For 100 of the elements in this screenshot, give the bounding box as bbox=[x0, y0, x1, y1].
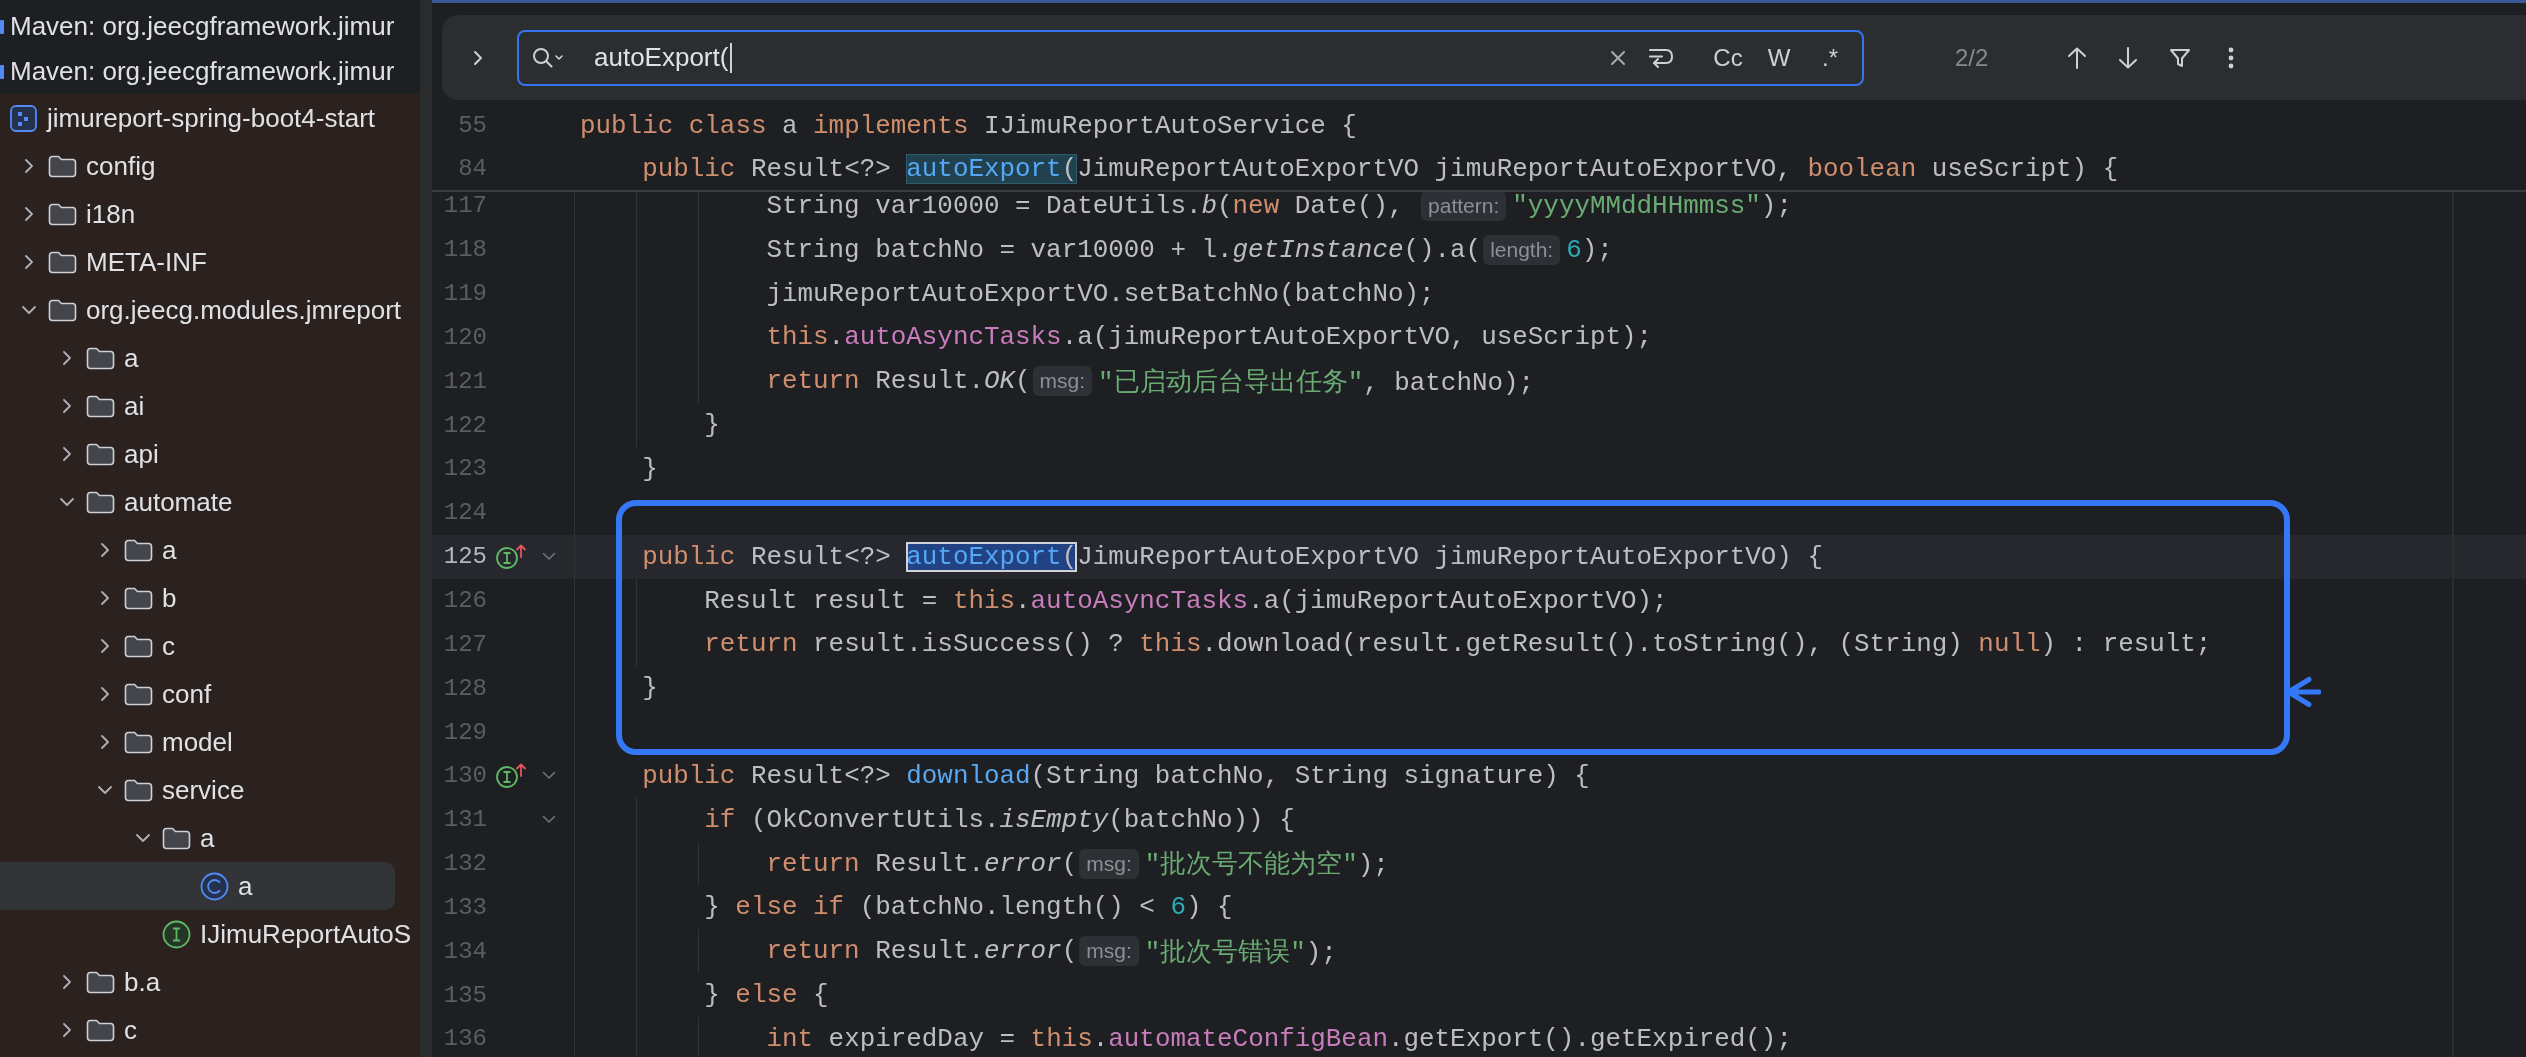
tree-item[interactable]: a bbox=[0, 526, 420, 574]
code-text: int expiredDay = this.automateConfigBean.getExport().getExpired(); bbox=[766, 1023, 1792, 1054]
folder-icon bbox=[86, 394, 115, 418]
folder-icon bbox=[162, 826, 191, 850]
line-number: 122 bbox=[442, 411, 487, 439]
parameter-hint: pattern: bbox=[1421, 190, 1507, 221]
folder-icon bbox=[48, 250, 77, 274]
line-number: 135 bbox=[442, 981, 487, 1009]
interface-icon bbox=[162, 919, 191, 949]
tree-item[interactable]: META-INF bbox=[0, 238, 420, 286]
line-number: 133 bbox=[442, 893, 487, 921]
code-text: String batchNo = var10000 + l.getInstance().a( bbox=[766, 234, 1482, 265]
code-text: "已启动后台导出任务", batchNo); bbox=[1098, 366, 1535, 399]
more-icon[interactable] bbox=[2228, 46, 2235, 69]
tree-item[interactable]: model bbox=[0, 718, 420, 766]
code-text: public class a implements IJimuReportAutoService { bbox=[580, 110, 1357, 141]
tree-item[interactable]: jimureport-spring-boot4-start bbox=[0, 94, 420, 142]
line-number: 136 bbox=[442, 1025, 487, 1053]
line-number: 134 bbox=[442, 937, 487, 965]
line-number: 132 bbox=[442, 850, 487, 878]
tree-item[interactable]: a bbox=[0, 862, 395, 910]
code-text: JimuReportAutoExportVO jimuReportAutoExportVO, boolean useScript) { bbox=[1077, 153, 2119, 184]
library-icon bbox=[0, 64, 4, 79]
arrow-down-icon[interactable] bbox=[2117, 45, 2140, 70]
scrollbar-track[interactable] bbox=[420, 0, 432, 1057]
chevron-down-icon[interactable] bbox=[542, 815, 556, 825]
tree-item[interactable]: c bbox=[0, 622, 420, 670]
code-text: "批次号错误"); bbox=[1144, 936, 1337, 969]
parameter-hint: length: bbox=[1483, 234, 1561, 265]
code-text: Result result = this.autoAsyncTasks.a(jimuReportAutoExportVO); bbox=[704, 585, 1668, 616]
search-match: autoExport( bbox=[906, 541, 1078, 572]
line-number: 129 bbox=[442, 718, 487, 746]
chevron-down-icon[interactable] bbox=[542, 552, 556, 562]
tree-item[interactable]: b bbox=[0, 574, 420, 622]
folder-icon bbox=[124, 730, 153, 754]
tree-item[interactable]: a bbox=[0, 814, 420, 862]
tree-item[interactable]: a bbox=[0, 334, 420, 382]
folder-icon bbox=[86, 442, 115, 466]
folder-icon bbox=[48, 202, 77, 226]
folder-icon bbox=[124, 778, 153, 802]
code-text: } bbox=[642, 454, 658, 484]
arrow-up-icon[interactable] bbox=[2066, 45, 2089, 70]
match-counter: 2/2 bbox=[1955, 43, 1989, 72]
parameter-hint: msg: bbox=[1079, 936, 1139, 967]
line-number: 119 bbox=[442, 280, 487, 308]
code-text: } bbox=[642, 673, 658, 704]
tree-item[interactable]: conf bbox=[0, 670, 420, 718]
line-number: 131 bbox=[442, 806, 487, 834]
line-number: 55 bbox=[457, 112, 487, 139]
line-number: 117 bbox=[442, 192, 487, 220]
folder-icon bbox=[86, 970, 115, 994]
code-text: 6); bbox=[1566, 234, 1613, 265]
tree-item[interactable]: Maven: org.jeecgframework.jimur bbox=[0, 49, 420, 94]
tree-item[interactable]: IJimuReportAutoS bbox=[0, 910, 420, 958]
search-option-button[interactable]: .* bbox=[1808, 37, 1852, 78]
library-icon bbox=[0, 19, 4, 34]
line-number: 120 bbox=[442, 323, 487, 351]
code-text: if (OkConvertUtils.isEmpty(batchNo)) { bbox=[704, 804, 1295, 835]
search-option-button[interactable]: Cc bbox=[1706, 37, 1750, 78]
chevron-down-icon[interactable] bbox=[542, 771, 556, 781]
code-text: String var10000 = DateUtils.b(new Date(), bbox=[766, 190, 1405, 221]
filter-icon[interactable] bbox=[2169, 46, 2192, 69]
tree-item[interactable]: ai bbox=[0, 382, 420, 430]
tree-item[interactable]: Maven: org.jeecgframework.jimur bbox=[0, 4, 420, 49]
folder-icon bbox=[124, 586, 153, 610]
line-number: 123 bbox=[442, 455, 487, 483]
folder-icon bbox=[124, 634, 153, 658]
tree-item[interactable]: org.jeecg.modules.jmreport bbox=[0, 286, 420, 334]
folder-icon bbox=[86, 346, 115, 370]
tree-item[interactable]: config bbox=[0, 142, 420, 190]
folder-icon bbox=[48, 298, 77, 322]
tree-item[interactable]: i18n bbox=[0, 190, 420, 238]
line-number: 121 bbox=[442, 367, 487, 395]
code-text: JimuReportAutoExportVO jimuReportAutoExportVO) { bbox=[1077, 541, 1823, 572]
search-query: autoExport( bbox=[594, 42, 729, 73]
tree-item[interactable]: c bbox=[0, 1006, 420, 1054]
folder-icon bbox=[86, 490, 115, 514]
close-icon[interactable] bbox=[1609, 48, 1627, 67]
line-number: 84 bbox=[457, 155, 487, 182]
code-text: public Result<?> download(String batchNo, String signature) { bbox=[642, 760, 1590, 791]
implementation-marker-icon[interactable] bbox=[495, 542, 527, 571]
tree-item[interactable]: automate bbox=[0, 478, 420, 526]
code-text: } else if (batchNo.length() < 6) { bbox=[704, 892, 1233, 923]
line-number: 128 bbox=[442, 674, 487, 702]
code-text: public Result<?> bbox=[642, 541, 892, 572]
search-field[interactable]: autoExport( Cc W .* bbox=[517, 29, 1864, 86]
search-option-button[interactable]: W bbox=[1757, 37, 1801, 78]
code-text: "批次号不能为空"); bbox=[1144, 849, 1389, 882]
code-text: } else { bbox=[704, 980, 829, 1011]
tree-item[interactable]: service bbox=[0, 766, 420, 814]
code-text: "yyyyMMddHHmmss"); bbox=[1512, 190, 1792, 221]
line-number: 126 bbox=[442, 587, 487, 614]
code-text: return Result.error( bbox=[766, 936, 1078, 967]
implementation-marker-icon[interactable] bbox=[495, 761, 527, 790]
tree-item[interactable]: b.a bbox=[0, 958, 420, 1006]
line-number: 125 bbox=[442, 543, 487, 571]
newline-icon[interactable] bbox=[1648, 46, 1674, 69]
parameter-hint: msg: bbox=[1079, 848, 1139, 879]
tree-item[interactable]: api bbox=[0, 430, 420, 478]
line-number: 124 bbox=[442, 499, 487, 527]
